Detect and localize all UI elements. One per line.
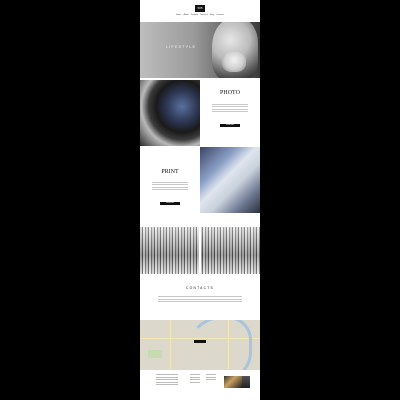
photo-heading: PHOTO [220, 90, 240, 96]
nav-item-services[interactable]: Services [200, 14, 208, 17]
site-header: 505 Home About Portfolio Services Blog C… [140, 0, 260, 22]
site-logo[interactable]: 505 [195, 5, 205, 12]
photo-text [212, 102, 248, 118]
footer-column-links-2 [206, 373, 216, 382]
sub-bar [146, 19, 254, 21]
hero-hand-image [222, 52, 246, 72]
nav-item-portfolio[interactable]: Portfolio [191, 14, 198, 17]
nav-item-blog[interactable]: Blog [210, 14, 214, 17]
location-map[interactable] [140, 320, 260, 370]
footer-column-info [156, 373, 178, 386]
site-footer [140, 370, 260, 400]
map-park [148, 350, 162, 358]
map-river [186, 320, 252, 370]
hero-banner: LIFESTYLE [140, 22, 260, 78]
camera-lens-image [140, 80, 200, 146]
footer-column-links [190, 373, 200, 384]
print-read-more-button[interactable]: Read more [160, 202, 180, 205]
crowd-gallery [140, 227, 260, 274]
nav-item-home[interactable]: Home [176, 14, 181, 17]
map-marker-label[interactable] [194, 340, 206, 343]
contacts-text [158, 294, 242, 304]
main-nav: Home About Portfolio Services Blog Conta… [176, 14, 224, 17]
footer-gallery-image[interactable] [242, 376, 250, 388]
map-road [170, 320, 171, 370]
gallery-divider [199, 227, 201, 274]
print-heading: PRINT [161, 169, 179, 175]
hero-title: LIFESTYLE [166, 44, 197, 49]
photo-section: PHOTO Read more [140, 80, 260, 146]
print-text [152, 180, 188, 196]
nav-item-about[interactable]: About [183, 14, 188, 17]
contacts-title: CONTACTS [186, 286, 214, 290]
footer-gallery-image[interactable] [224, 376, 242, 388]
print-section: PRINT Read more [140, 147, 260, 213]
photo-panel: PHOTO Read more [200, 80, 260, 146]
contacts-section: CONTACTS [140, 274, 260, 320]
nav-item-contacts[interactable]: Contacts [216, 14, 224, 17]
photo-read-more-button[interactable]: Read more [220, 124, 240, 127]
page: 505 Home About Portfolio Services Blog C… [140, 0, 260, 400]
magazine-image [200, 147, 260, 213]
print-panel: PRINT Read more [140, 147, 200, 213]
